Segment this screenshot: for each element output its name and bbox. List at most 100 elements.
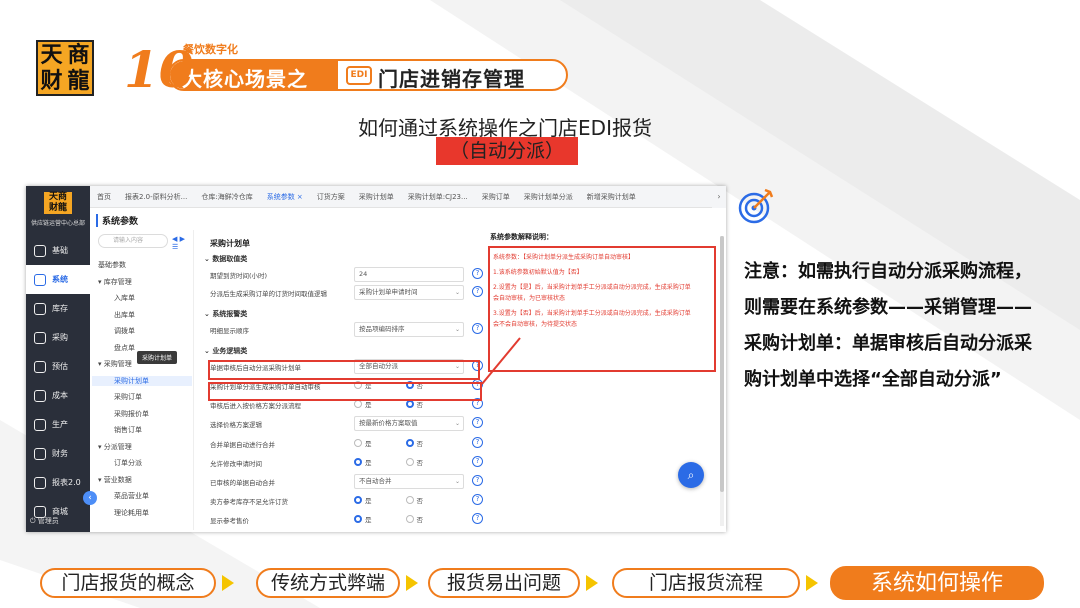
- radio-no[interactable]: [405, 400, 414, 408]
- sidebar-item-0[interactable]: 基础: [26, 236, 90, 265]
- monitor-icon: EDI: [346, 66, 372, 85]
- sidebar-item-8[interactable]: 报表2.0: [26, 468, 90, 497]
- user-label[interactable]: ⏻ 管理员: [30, 516, 59, 526]
- tab-9[interactable]: 新增采购计划单: [580, 192, 643, 202]
- highlight-auto-audit: [208, 382, 482, 401]
- radio-group[interactable]: 是否: [354, 495, 423, 505]
- step-arrow-icon: [586, 575, 598, 591]
- sidebar-item-label: 系统: [52, 275, 68, 284]
- tree-node[interactable]: 销售订单: [92, 425, 142, 435]
- param-select[interactable]: 按最新价格方案取值 ⌄: [354, 416, 464, 431]
- param-select[interactable]: 按品项编码排序 ⌄: [354, 322, 464, 337]
- tree-node[interactable]: 出库单: [92, 310, 135, 320]
- param-label: 允许修改申请时间: [210, 460, 262, 468]
- step-3[interactable]: 门店报货流程: [612, 568, 800, 598]
- radio-yes[interactable]: [354, 439, 362, 447]
- radio-yes-label: 是: [365, 459, 372, 467]
- tab-2[interactable]: 仓库:海鲜冷仓库: [194, 192, 259, 202]
- step-0[interactable]: 门店报货的概念: [40, 568, 216, 598]
- tree-search-input[interactable]: 请输入内容: [98, 234, 168, 248]
- sidebar-item-4[interactable]: 预估: [26, 352, 90, 381]
- help-icon[interactable]: ?: [472, 417, 483, 428]
- radio-no[interactable]: [405, 515, 414, 523]
- radio-yes[interactable]: [354, 496, 362, 504]
- radio-group[interactable]: 是否: [354, 457, 423, 467]
- tree-node[interactable]: ▾ 采购管理: [92, 359, 132, 369]
- step-1[interactable]: 传统方式弊端: [256, 568, 400, 598]
- tree-node[interactable]: 订单分派: [92, 458, 142, 468]
- collapse-sidebar-button[interactable]: ‹: [83, 491, 97, 505]
- param-row: 期望到货时间(小时) 24?: [210, 266, 483, 284]
- help-icon[interactable]: ?: [472, 456, 483, 467]
- tree-node[interactable]: 采购报价单: [92, 409, 149, 419]
- sidebar-item-3[interactable]: 采购: [26, 323, 90, 352]
- param-input[interactable]: 24: [354, 267, 464, 282]
- param-select[interactable]: 采购计划单申请时间 ⌄: [354, 285, 464, 300]
- tab-5[interactable]: 采购计划单: [352, 192, 401, 202]
- tree-node[interactable]: 菜品营业单: [92, 491, 149, 501]
- param-row: 卖方参考库存不足允许订货是否?: [210, 492, 483, 510]
- radio-group[interactable]: 是否: [354, 514, 423, 524]
- process-steps: 门店报货的概念 传统方式弊端 报货易出问题 门店报货流程 系统如何操作: [0, 566, 1080, 606]
- tab-8[interactable]: 采购计划单分派: [517, 192, 580, 202]
- tree-node[interactable]: 理论耗用单: [92, 508, 149, 518]
- radio-yes-label: 是: [365, 516, 372, 524]
- tree-nav-icons[interactable]: ◀ ▶ ☰: [172, 235, 193, 251]
- step-4[interactable]: 系统如何操作: [830, 566, 1044, 600]
- help-icon[interactable]: ?: [472, 286, 483, 297]
- chevron-down-icon: ⌄: [454, 326, 460, 333]
- tree-node[interactable]: ▾ 库存管理: [92, 277, 132, 287]
- sidebar-item-6[interactable]: 生产: [26, 410, 90, 439]
- field-value: 24: [359, 270, 368, 278]
- scrollbar[interactable]: [720, 236, 724, 526]
- sidebar-item-5[interactable]: 成本: [26, 381, 90, 410]
- radio-group[interactable]: 是否: [354, 438, 423, 448]
- base-icon: [34, 244, 46, 257]
- tab-3[interactable]: 系统参数 ×: [260, 192, 310, 202]
- tree-node[interactable]: 采购计划单: [92, 375, 192, 386]
- tree-node[interactable]: 调拨单: [92, 326, 135, 336]
- tab-4[interactable]: 订货方案: [310, 192, 352, 202]
- tree-node[interactable]: 基础参数: [92, 260, 126, 270]
- search-fab-icon[interactable]: ⌕: [678, 462, 704, 488]
- help-icon[interactable]: ?: [472, 268, 483, 279]
- help-icon[interactable]: ?: [472, 323, 483, 334]
- tab-0[interactable]: 首页: [90, 192, 118, 202]
- param-label: 审核后进入按价格方案分派流程: [210, 402, 301, 410]
- radio-no[interactable]: [405, 496, 414, 504]
- explanation-line: 会自动审核，为已审核状态: [493, 295, 566, 302]
- tree-node[interactable]: ▾ 营业数据: [92, 475, 132, 485]
- sidebar-item-1[interactable]: 系统: [26, 265, 90, 294]
- cost-icon: [34, 389, 46, 402]
- param-label: 选择价格方案逻辑: [210, 421, 262, 429]
- radio-no[interactable]: [405, 439, 414, 447]
- tree-node[interactable]: 盘点单: [92, 343, 135, 353]
- sidebar-item-7[interactable]: 财务: [26, 439, 90, 468]
- radio-yes[interactable]: [354, 458, 362, 466]
- tab-7[interactable]: 采购订单: [475, 192, 517, 202]
- radio-yes[interactable]: [354, 400, 362, 408]
- step-2[interactable]: 报货易出问题: [428, 568, 580, 598]
- sidebar-item-label: 库存: [52, 304, 68, 313]
- param-label: 显示参考售价: [210, 517, 249, 525]
- radio-yes[interactable]: [354, 515, 362, 523]
- step-arrow-icon: [406, 575, 418, 591]
- param-select[interactable]: 不自动合并 ⌄: [354, 474, 464, 489]
- step-arrow-icon: [222, 575, 234, 591]
- company-logo: 天商 财龍: [36, 40, 94, 96]
- tree-node[interactable]: 采购订单: [92, 392, 142, 402]
- tree-node[interactable]: 入库单: [92, 293, 135, 303]
- sidebar-item-2[interactable]: 库存: [26, 294, 90, 323]
- help-icon[interactable]: ?: [472, 494, 483, 505]
- tab-1[interactable]: 报表2.0-原料分析...: [118, 192, 194, 202]
- radio-no[interactable]: [405, 458, 414, 466]
- help-icon[interactable]: ?: [472, 475, 483, 486]
- tab-6[interactable]: 采购计划单:CJ23...: [401, 192, 475, 202]
- forecast-icon: [34, 360, 46, 373]
- help-icon[interactable]: ?: [472, 437, 483, 448]
- tree-node[interactable]: ▾ 分派管理: [92, 442, 132, 452]
- help-icon[interactable]: ?: [472, 513, 483, 524]
- tab-scroll-arrow-icon[interactable]: ›: [712, 186, 726, 208]
- param-label: 期望到货时间(小时): [210, 272, 268, 280]
- explanation-line: 1.该系统参数初始默认值为【否】: [493, 269, 583, 276]
